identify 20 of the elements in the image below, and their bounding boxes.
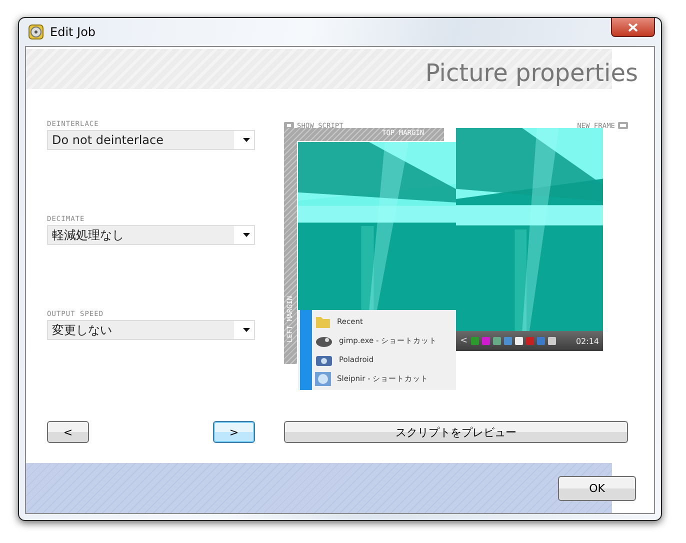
next-button[interactable]: >	[213, 421, 255, 443]
disc-icon	[28, 24, 44, 40]
back-button[interactable]: <	[47, 421, 89, 443]
dropdown-arrow-icon	[243, 138, 250, 142]
clock: 02:14	[576, 336, 599, 346]
preview-script-button[interactable]: スクリプトをプレビュー	[284, 421, 628, 443]
close-icon	[628, 22, 638, 32]
folder-icon	[315, 314, 331, 328]
page-heading: Picture properties	[425, 59, 638, 88]
tray-chevron: <	[460, 336, 468, 346]
dropdown[interactable]: Do not deinterlace	[47, 130, 255, 150]
dropdown-arrow-icon	[243, 233, 250, 237]
ok-button[interactable]: OK	[558, 476, 636, 501]
window-title: Edit Job	[50, 25, 96, 39]
dropdown[interactable]: 軽減処理なし	[47, 225, 255, 245]
frame-icon	[618, 122, 628, 129]
dropdown-arrow-icon	[243, 328, 250, 332]
dropdown[interactable]: 変更しない	[47, 320, 255, 340]
globe-icon	[315, 372, 331, 386]
close-button[interactable]	[611, 18, 655, 37]
